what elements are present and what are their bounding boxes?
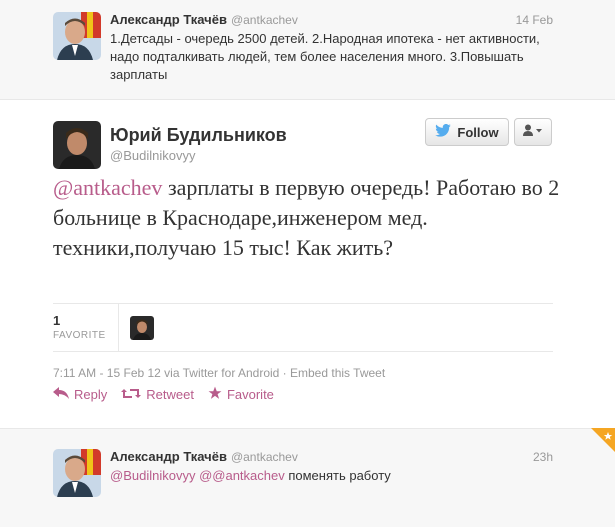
retweet-label: Retweet — [146, 387, 194, 402]
highlight-corner-icon — [591, 428, 615, 452]
tweet-timestamp[interactable]: 23h — [533, 450, 553, 464]
favorite-action[interactable]: Favorite — [208, 386, 274, 403]
reply-tweet-text: @Budilnikovyy @@antkachev поменять работ… — [110, 467, 540, 485]
author-handle[interactable]: @antkachev — [231, 450, 298, 464]
author-fullname[interactable]: Александр Ткачёв — [110, 12, 227, 27]
previous-tweet-text: 1.Детсады - очередь 2500 детей. 2.Народн… — [110, 31, 540, 82]
avatar-budilnikovyy[interactable] — [53, 121, 101, 169]
mention-link[interactable]: @Budilnikovyy — [110, 468, 195, 483]
reply-tweet-author[interactable]: Александр Ткачёв @antkachev — [110, 449, 298, 464]
favorite-count[interactable]: 1 — [53, 313, 60, 328]
main-author-handle[interactable]: @Budilnikovyy — [110, 148, 195, 163]
favoriter-avatar[interactable] — [130, 316, 154, 340]
reply-tweet[interactable]: Александр Ткачёв @antkachev 23h @Budilnik… — [0, 428, 615, 527]
mention-link[interactable]: @antkachev — [53, 175, 162, 200]
reply-tweet-body: поменять работу — [284, 468, 391, 483]
mention-link[interactable]: @@antkachev — [199, 468, 285, 483]
reply-label: Reply — [74, 387, 108, 402]
favorite-count-label: FAVORITE — [53, 330, 106, 341]
tweet-stats: 1 FAVORITE — [53, 303, 553, 352]
user-dropdown-button[interactable] — [514, 118, 552, 146]
previous-tweet[interactable]: Александр Ткачёв @antkachev 14 Feb 1.Детс… — [0, 0, 615, 100]
reply-icon — [53, 387, 69, 402]
follow-label: Follow — [457, 124, 499, 140]
stats-divider — [118, 304, 119, 351]
twitter-bird-icon — [435, 123, 452, 140]
tweet-meta[interactable]: 7:11 AM - 15 Feb 12 via Twitter for Andr… — [53, 366, 385, 380]
tweet-timestamp[interactable]: 14 Feb — [516, 13, 553, 27]
main-author-fullname[interactable]: Юрий Будильников — [110, 125, 287, 146]
previous-tweet-author[interactable]: Александр Ткачёв @antkachev — [110, 12, 298, 27]
avatar-antkachev[interactable] — [53, 12, 101, 60]
reply-action[interactable]: Reply — [53, 386, 107, 403]
star-icon — [208, 386, 222, 403]
author-fullname[interactable]: Александр Ткачёв — [110, 449, 227, 464]
retweet-icon — [121, 387, 142, 403]
follow-button[interactable]: Follow — [425, 118, 509, 146]
tweet-actions: Reply Retweet Favorite — [53, 386, 274, 403]
favorite-label: Favorite — [226, 387, 274, 402]
retweet-action[interactable]: Retweet — [121, 386, 194, 403]
avatar-antkachev[interactable] — [53, 449, 101, 497]
author-handle[interactable]: @antkachev — [231, 13, 298, 27]
main-tweet-text: @antkachev зарплаты в первую очередь! Ра… — [53, 173, 563, 263]
user-dropdown-icon — [523, 123, 543, 141]
